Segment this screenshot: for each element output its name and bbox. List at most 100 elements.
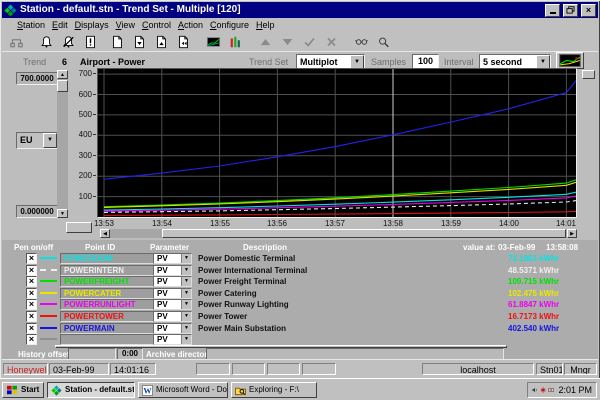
point-value: 109.715 kWhr xyxy=(508,277,559,286)
point-id-field[interactable]: POWERMAIN xyxy=(60,323,155,334)
taskbar: Start Station - default.stn -... W Micro… xyxy=(0,378,600,400)
description-text: Power Freight Terminal xyxy=(198,277,286,286)
pen-checkbox[interactable]: × xyxy=(26,253,37,264)
parameter-select[interactable]: PV ▼ xyxy=(153,276,192,287)
point-id-field[interactable] xyxy=(60,334,155,345)
point-id-field[interactable]: POWERRUNLIGHT xyxy=(60,299,155,310)
point-value: 61.8847 kWhr xyxy=(508,300,559,309)
chevron-down-icon[interactable]: ▼ xyxy=(181,266,191,275)
chevron-down-icon[interactable]: ▼ xyxy=(181,254,191,263)
task-explorer-label: Exploring - F:\ xyxy=(249,383,299,397)
description-text: Power Catering xyxy=(198,289,257,298)
task-station-label: Station - default.stn -... xyxy=(65,383,135,397)
point-value: 73.1963 kWhr xyxy=(508,254,559,263)
svg-text:W: W xyxy=(143,386,152,395)
table-row: × POWERMAINPV ▼ Power Main Substation 402.54… xyxy=(2,323,598,334)
status-cell-empty xyxy=(232,363,265,375)
pen-checkbox[interactable]: × xyxy=(26,311,37,322)
description-text: Power Runway Lighting xyxy=(198,300,289,309)
parameter-value: PV xyxy=(157,289,168,298)
windows-logo-icon xyxy=(6,385,18,395)
pen-checkbox[interactable]: × xyxy=(26,323,37,334)
status-station: Stn01 xyxy=(536,363,563,375)
point-id-field[interactable]: POWERFREIGHT xyxy=(60,276,155,287)
table-row: ×POWERCATERPV▼Power Catering102.475 kWhr xyxy=(2,288,598,299)
status-cell-empty xyxy=(196,363,230,375)
task-explorer[interactable]: Exploring - F:\ xyxy=(231,382,317,398)
archive-directory-label: Archive directory xyxy=(146,350,212,359)
point-value: 402.540 kWhr xyxy=(508,324,559,333)
task-word-label: Microsoft Word - Document1 xyxy=(156,383,228,397)
station-task-icon xyxy=(51,385,62,396)
table-row: × POWERRUNLIGHTPV▼ Power Runway Lighting 61… xyxy=(2,299,598,310)
pen-checkbox[interactable]: × xyxy=(26,334,37,345)
system-tray: 2:01 PM xyxy=(527,382,597,398)
status-host: localhost xyxy=(422,363,534,375)
status-time: 14:01:16 xyxy=(110,363,156,375)
task-word[interactable]: W Microsoft Word - Document1 xyxy=(138,382,228,398)
task-station[interactable]: Station - default.stn -... xyxy=(47,382,135,398)
description-text: Power Main Substation xyxy=(198,324,286,333)
parameter-select[interactable]: PV ▼ xyxy=(153,265,192,276)
pen-sample xyxy=(40,338,57,340)
pen-checkbox[interactable]: × xyxy=(26,288,37,299)
point-id-field[interactable]: POWERDOM xyxy=(60,253,155,264)
description-text: Power Tower xyxy=(198,312,247,321)
table-row: × POWERINTERNPV ▼ Power International Termi… xyxy=(2,265,598,276)
parameter-select[interactable]: PV ▼ xyxy=(153,311,192,322)
parameter-select[interactable]: PV ▼ xyxy=(153,334,192,345)
table-row: × POWERTOWERPV ▼ Power Tower 16.7173 kWhr xyxy=(2,311,598,322)
pen-checkbox[interactable]: × xyxy=(26,276,37,287)
point-id-field[interactable]: POWERTOWER xyxy=(60,311,155,322)
description-text: Power International Terminal xyxy=(198,266,307,275)
pen-sample xyxy=(40,303,57,305)
parameter-value: PV xyxy=(157,312,168,321)
status-role: Mngr xyxy=(564,363,597,375)
parameter-value: PV xyxy=(157,324,168,333)
point-value: 16.7173 kWhr xyxy=(508,312,559,321)
pen-sample xyxy=(40,292,57,294)
chevron-down-icon[interactable]: ▼ xyxy=(181,277,191,286)
parameter-select[interactable]: PV ▼ xyxy=(153,253,192,264)
chevron-down-icon[interactable]: ▼ xyxy=(181,300,191,309)
parameter-select[interactable]: PV ▼ xyxy=(153,288,192,299)
pen-sample xyxy=(40,327,57,329)
table-row: × POWERDOMPV ▼ Power Domestic Terminal 73.19… xyxy=(2,253,598,264)
parameter-select[interactable]: PV▼ xyxy=(153,299,192,310)
pen-sample xyxy=(40,257,57,259)
status-cell-empty xyxy=(267,363,300,375)
parameter-value: PV xyxy=(157,335,168,344)
point-id-field[interactable]: POWERCATER xyxy=(60,288,155,299)
parameter-select[interactable]: PV ▼ xyxy=(153,323,192,334)
history-offset-label: History offset xyxy=(18,350,70,359)
pen-sample xyxy=(40,280,57,282)
chevron-down-icon[interactable]: ▼ xyxy=(181,312,191,321)
parameter-value: PV xyxy=(157,266,168,275)
tray-device-icon[interactable] xyxy=(548,385,554,395)
point-value: 48.5371 kWhr xyxy=(508,266,559,275)
chevron-down-icon[interactable]: ▼ xyxy=(181,324,191,333)
taskbar-clock: 2:01 PM xyxy=(558,385,592,395)
start-button[interactable]: Start xyxy=(2,382,44,398)
parameter-value: PV xyxy=(157,277,168,286)
table-row: × PV ▼ xyxy=(2,334,598,345)
point-id-field[interactable]: POWERINTERN xyxy=(60,265,155,276)
parameter-value: PV xyxy=(157,254,168,263)
station-window: Station - default.stn - Trend Set - Mult… xyxy=(0,0,600,400)
status-cell-empty xyxy=(302,363,336,375)
pen-checkbox[interactable]: × xyxy=(26,299,37,310)
explorer-icon xyxy=(235,385,246,396)
tray-alarm-icon[interactable] xyxy=(540,385,546,395)
status-date: 03-Feb-99 xyxy=(49,363,109,375)
status-brand: Honeywell xyxy=(3,363,48,375)
start-label: Start xyxy=(21,383,39,397)
chevron-down-icon[interactable]: ▼ xyxy=(181,335,191,344)
volume-icon[interactable] xyxy=(532,385,538,395)
status-bar: Honeywell 03-Feb-99 14:01:16 localhost S… xyxy=(2,359,598,379)
pen-sample xyxy=(40,315,57,317)
table-row: × POWERFREIGHTPV ▼ Power Freight Terminal 10… xyxy=(2,276,598,287)
chevron-down-icon[interactable]: ▼ xyxy=(181,289,191,298)
pen-table-rows: ×POWERDOMPV▼Power Domestic Terminal73.19… xyxy=(2,0,598,360)
description-text: Power Domestic Terminal xyxy=(198,254,295,263)
pen-checkbox[interactable]: × xyxy=(26,265,37,276)
